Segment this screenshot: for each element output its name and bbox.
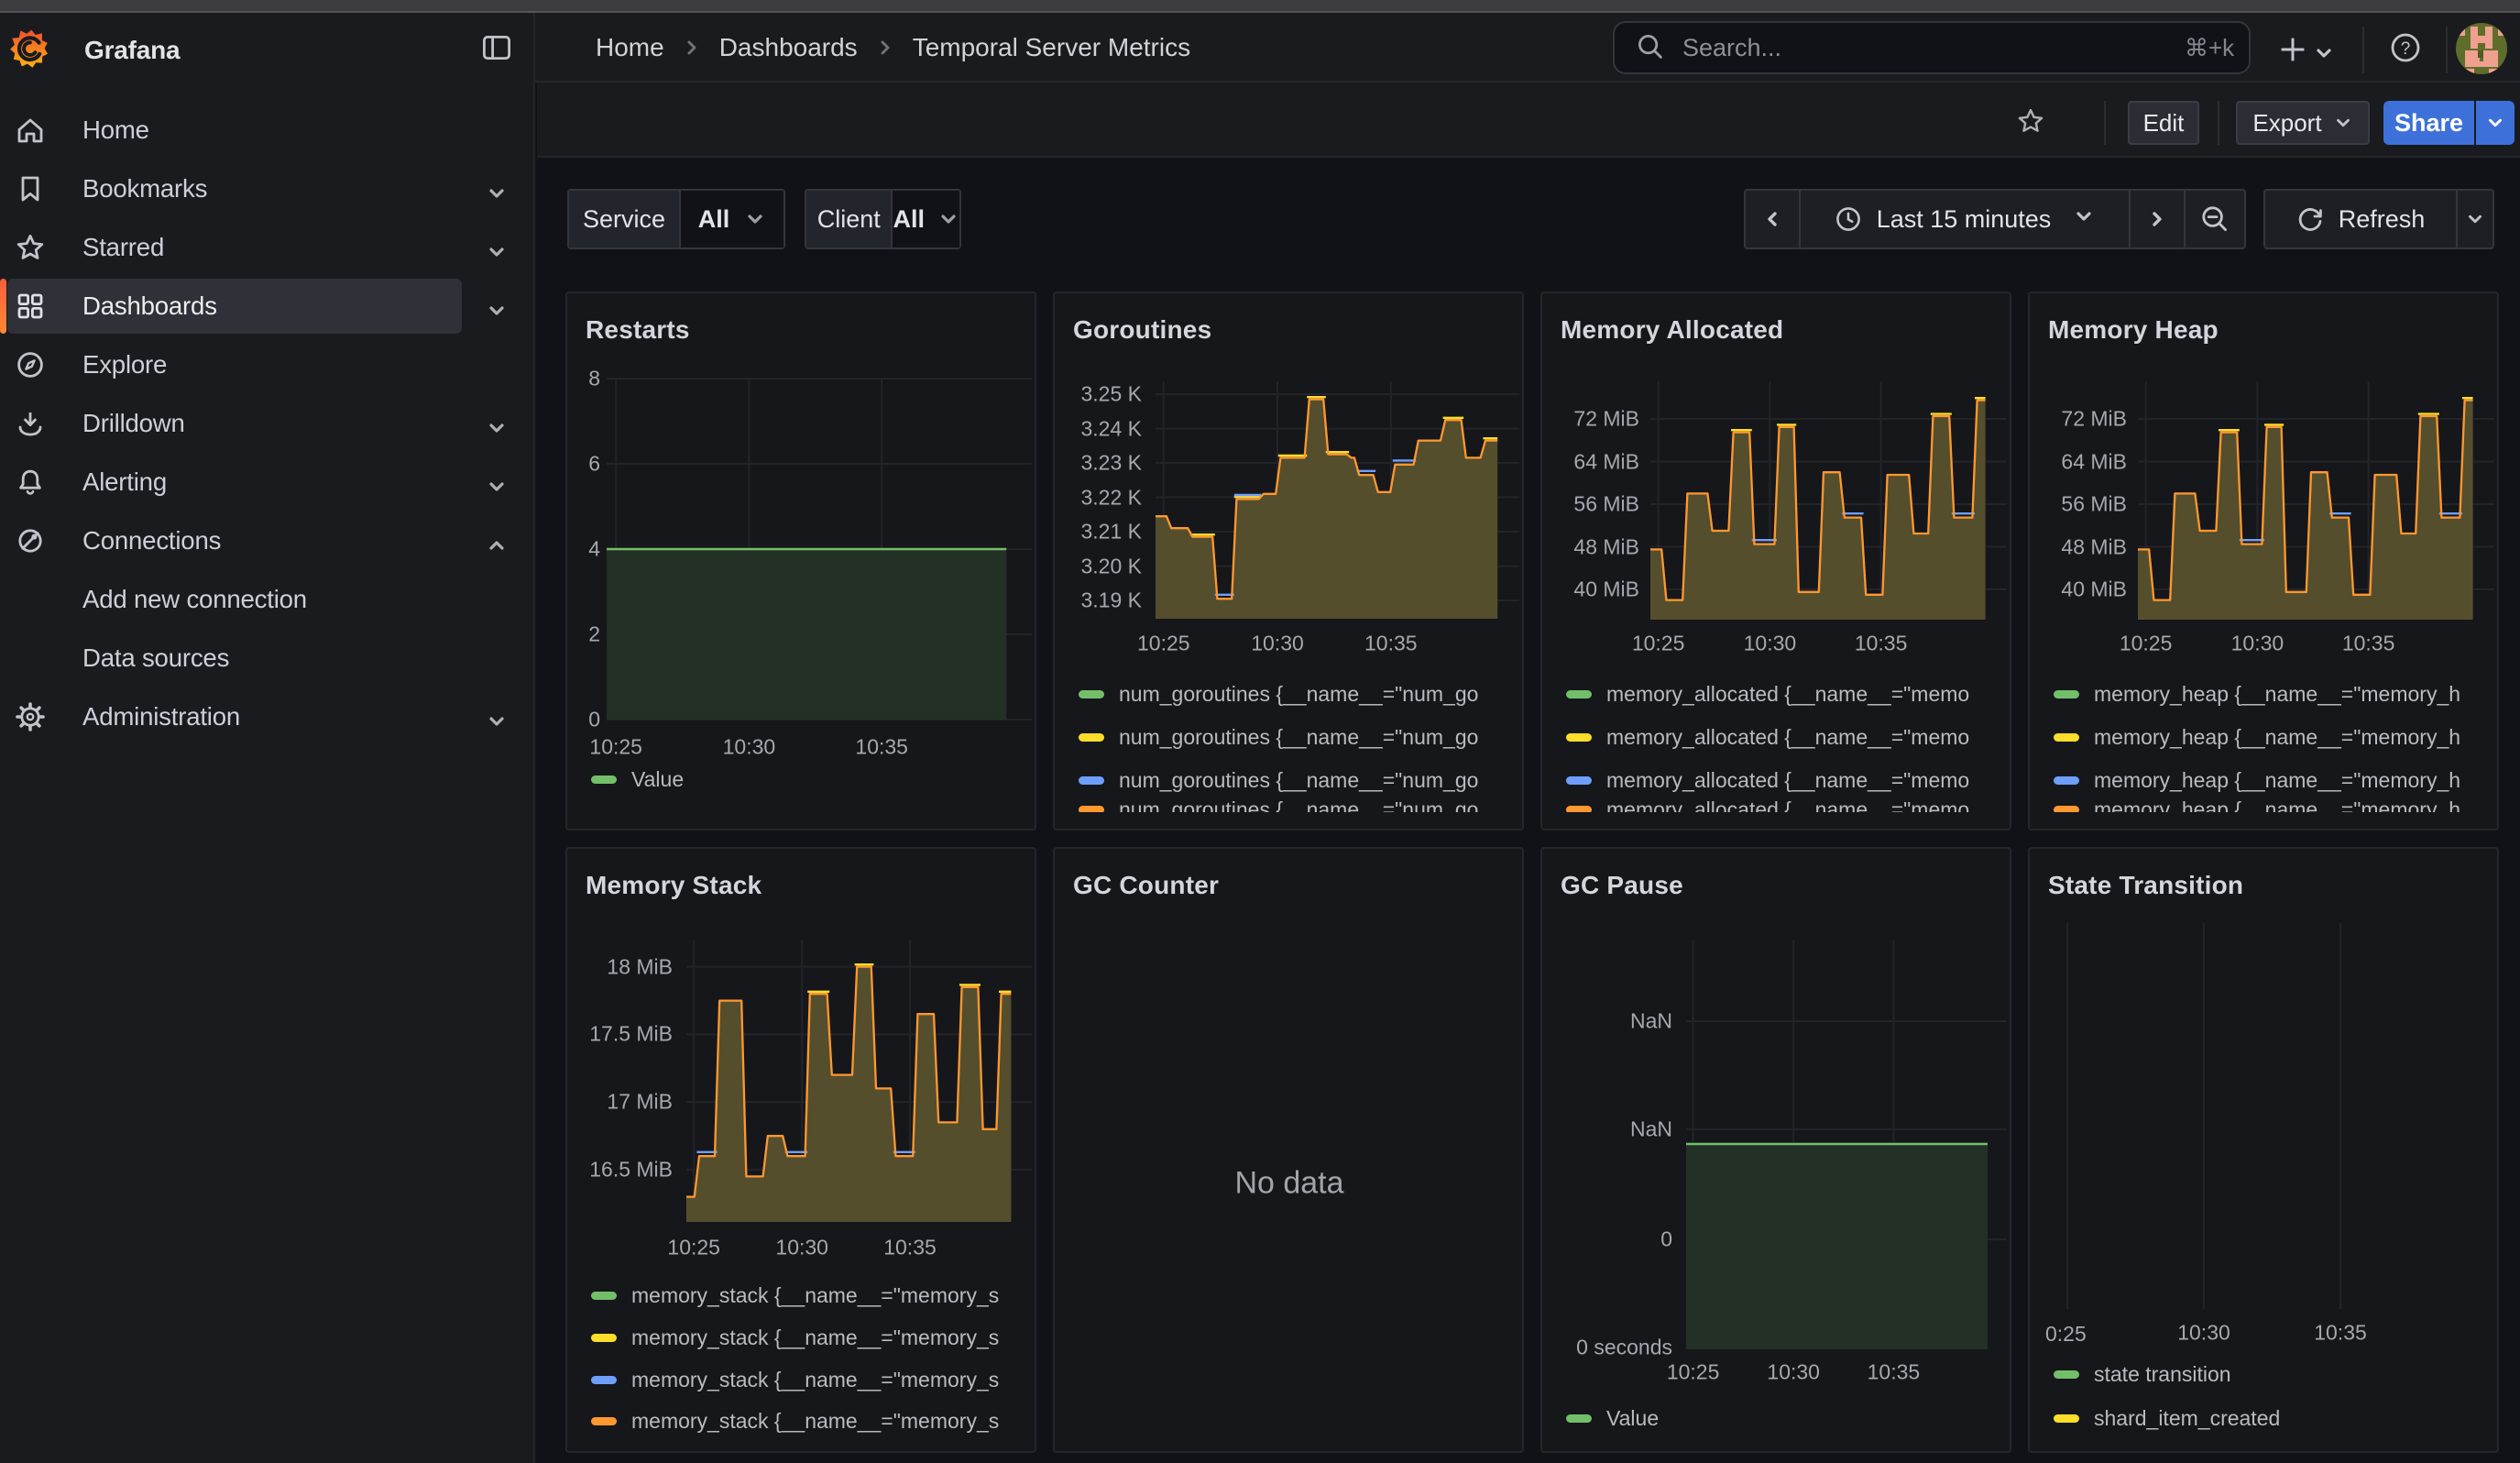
svg-text:?: ? [2401,39,2411,59]
